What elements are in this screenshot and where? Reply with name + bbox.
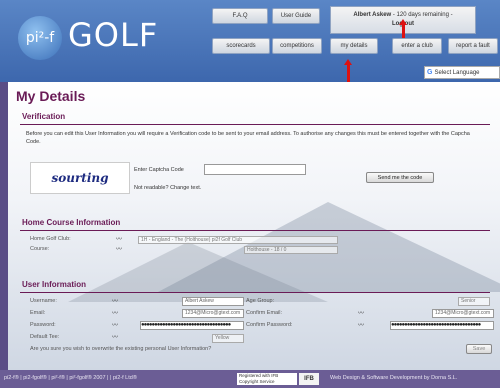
save-button[interactable]: Save bbox=[466, 344, 492, 354]
username-input[interactable]: Albert Askew bbox=[182, 297, 244, 306]
send-code-button[interactable]: Send me the code bbox=[366, 172, 434, 183]
password-verify-icon: 〰 bbox=[112, 322, 119, 329]
copyright-badge[interactable]: Registered with IFB Copyright Service bbox=[237, 373, 297, 385]
language-select[interactable]: G Select Language bbox=[424, 66, 500, 79]
app-root: pi²-f GOLF F.A.Q User Guide Albert Askew… bbox=[0, 0, 500, 388]
default-tee-label: Default Tee: bbox=[30, 334, 60, 340]
confirm-password-input[interactable]: ●●●●●●●●●●●●●●●●●●●●●●●●●●●●●●●●●● bbox=[390, 321, 494, 330]
enter-club-button[interactable]: enter a club bbox=[392, 38, 442, 54]
verification-text: Before you can edit this User Informatio… bbox=[26, 131, 470, 145]
change-captcha-link[interactable]: Not readable? Change text. bbox=[134, 184, 201, 192]
default-tee-select[interactable]: Yellow bbox=[212, 334, 244, 343]
username-verify-icon: 〰 bbox=[112, 298, 119, 305]
confirm-password-label: Confirm Password: bbox=[246, 322, 293, 328]
username-label: Username: bbox=[30, 298, 57, 304]
footer-credit[interactable]: Web Design & Software Development by Dor… bbox=[330, 375, 457, 381]
verification-divider bbox=[20, 124, 490, 125]
confirm-password-verify-icon: 〰 bbox=[358, 322, 365, 329]
captcha-label: Enter Captcha Code bbox=[134, 167, 184, 173]
footer-copyright: pi2-f® | pi2-fgolf® | pi²-f® | pi²-fgolf… bbox=[4, 375, 137, 381]
captcha-input[interactable] bbox=[204, 164, 306, 175]
confirm-email-input[interactable]: 1234@Micro@gtext.com bbox=[432, 309, 494, 318]
password-label: Password: bbox=[30, 322, 56, 328]
my-details-button[interactable]: my details bbox=[330, 38, 378, 54]
home-course-heading: Home Course Information bbox=[22, 218, 121, 227]
user-guide-button[interactable]: User Guide bbox=[272, 8, 320, 24]
captcha-image: sourting bbox=[30, 162, 130, 194]
email-verify-icon: 〰 bbox=[112, 310, 119, 317]
confirm-email-verify-icon: 〰 bbox=[358, 310, 365, 317]
home-course-divider bbox=[20, 230, 490, 231]
user-info-heading: User Information bbox=[22, 280, 87, 289]
ifb-badge[interactable]: IFB bbox=[299, 373, 319, 385]
course-label: Course: bbox=[30, 246, 50, 252]
course-select[interactable]: Holthouse - 18 / 0 bbox=[244, 246, 338, 254]
google-icon: G bbox=[427, 69, 433, 76]
verification-heading: Verification bbox=[22, 112, 66, 121]
language-select-label: Select Language bbox=[434, 69, 480, 76]
golf-club-verify-icon: 〰 bbox=[116, 236, 123, 243]
competitions-button[interactable]: competitions bbox=[272, 38, 322, 54]
default-tee-verify-icon: 〰 bbox=[112, 334, 119, 341]
confirm-email-label: Confirm Email: bbox=[246, 310, 283, 316]
age-group-label: Age Group: bbox=[246, 298, 275, 304]
captcha-image-text: sourting bbox=[51, 171, 109, 185]
golf-club-select[interactable]: 1H - England - The (Holthouse) pi2f Golf… bbox=[138, 236, 338, 244]
faq-button[interactable]: F.A.Q bbox=[212, 8, 268, 24]
page-title: My Details bbox=[16, 88, 86, 104]
email-label: Email: bbox=[30, 310, 46, 316]
header: pi²-f GOLF F.A.Q User Guide Albert Askew… bbox=[0, 0, 500, 90]
user-info-divider bbox=[20, 292, 490, 293]
report-fault-button[interactable]: report a fault bbox=[448, 38, 498, 54]
logo-golf-text: GOLF bbox=[68, 16, 159, 54]
main-content: My Details Verification Before you can e… bbox=[8, 82, 500, 370]
days-remaining: - 120 days remaining - bbox=[392, 12, 453, 18]
footer: pi2-f® | pi2-fgolf® | pi²-f® | pi²-fgolf… bbox=[0, 370, 500, 388]
scorecards-button[interactable]: scorecards bbox=[212, 38, 270, 54]
logo-pi-text: pi²-f bbox=[25, 30, 55, 46]
overwrite-question: Are you sure you wish to overwrite the e… bbox=[30, 346, 212, 352]
email-input[interactable]: 1234@Micro@gtext.com bbox=[182, 309, 244, 318]
course-verify-icon: 〰 bbox=[116, 246, 123, 253]
logo-pi-icon[interactable]: pi²-f bbox=[18, 16, 62, 60]
user-name: Albert Askew bbox=[353, 12, 392, 18]
golf-club-label: Home Golf Club: bbox=[30, 236, 71, 242]
password-input[interactable]: ●●●●●●●●●●●●●●●●●●●●●●●●●●●●●●●●●● bbox=[140, 321, 244, 330]
age-group-select[interactable]: Senior bbox=[458, 297, 490, 306]
